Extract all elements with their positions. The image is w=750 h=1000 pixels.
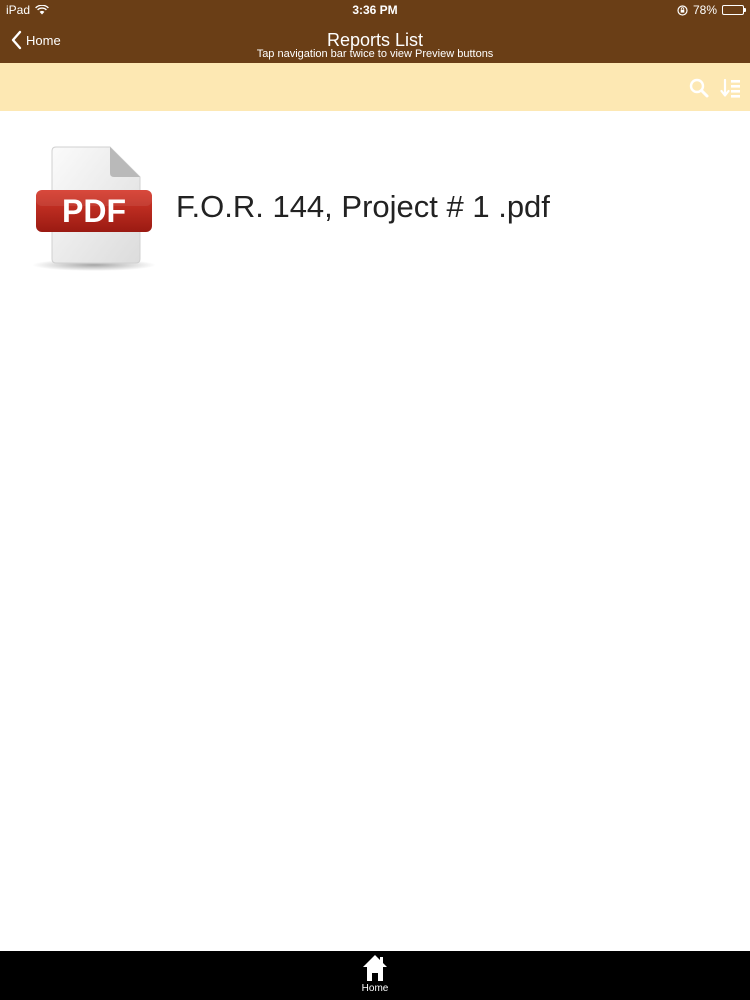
status-bar: iPad 3:36 PM 78%: [0, 0, 750, 20]
tab-home[interactable]: Home: [345, 953, 405, 999]
tab-home-label: Home: [361, 983, 389, 994]
reports-list: PDF F.O.R. 144, Project # 1 .pdf: [0, 111, 750, 951]
pdf-badge-label: PDF: [62, 193, 126, 229]
status-time: 3:36 PM: [352, 3, 398, 17]
list-item[interactable]: PDF F.O.R. 144, Project # 1 .pdf: [0, 141, 750, 276]
report-file-name: F.O.R. 144, Project # 1 .pdf: [176, 189, 550, 224]
search-button[interactable]: [688, 77, 710, 99]
home-icon: [363, 955, 387, 981]
battery-percent: 78%: [692, 3, 717, 17]
pdf-file-icon: PDF: [32, 146, 156, 271]
page-subtitle: Tap navigation bar twice to view Preview…: [256, 48, 494, 60]
navigation-bar[interactable]: iPad 3:36 PM 78% Home Reports List Tap n…: [0, 0, 750, 63]
sort-button[interactable]: [720, 77, 742, 99]
status-right: 78%: [677, 3, 746, 17]
battery-icon: [722, 5, 746, 15]
tab-bar: Home: [0, 951, 750, 1000]
sort-icon: [720, 78, 740, 98]
page-title: Reports List: [326, 30, 424, 50]
search-icon: [689, 78, 709, 98]
orientation-lock-icon: [677, 4, 688, 16]
toolbar: [0, 63, 750, 111]
